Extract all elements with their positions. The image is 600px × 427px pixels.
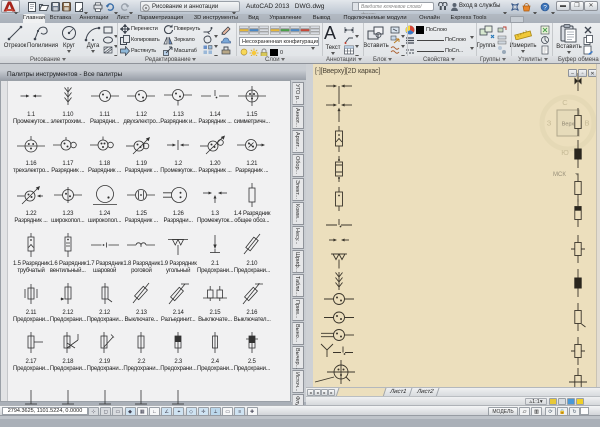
svg-text:В: В: [584, 119, 589, 128]
svg-text:С: С: [562, 98, 568, 107]
svg-text:З: З: [547, 119, 552, 128]
svg-text:?: ?: [543, 5, 547, 12]
svg-text:Верх: Верх: [562, 122, 575, 128]
svg-text:МСК: МСК: [553, 172, 566, 178]
svg-text:Ю: Ю: [561, 148, 569, 157]
